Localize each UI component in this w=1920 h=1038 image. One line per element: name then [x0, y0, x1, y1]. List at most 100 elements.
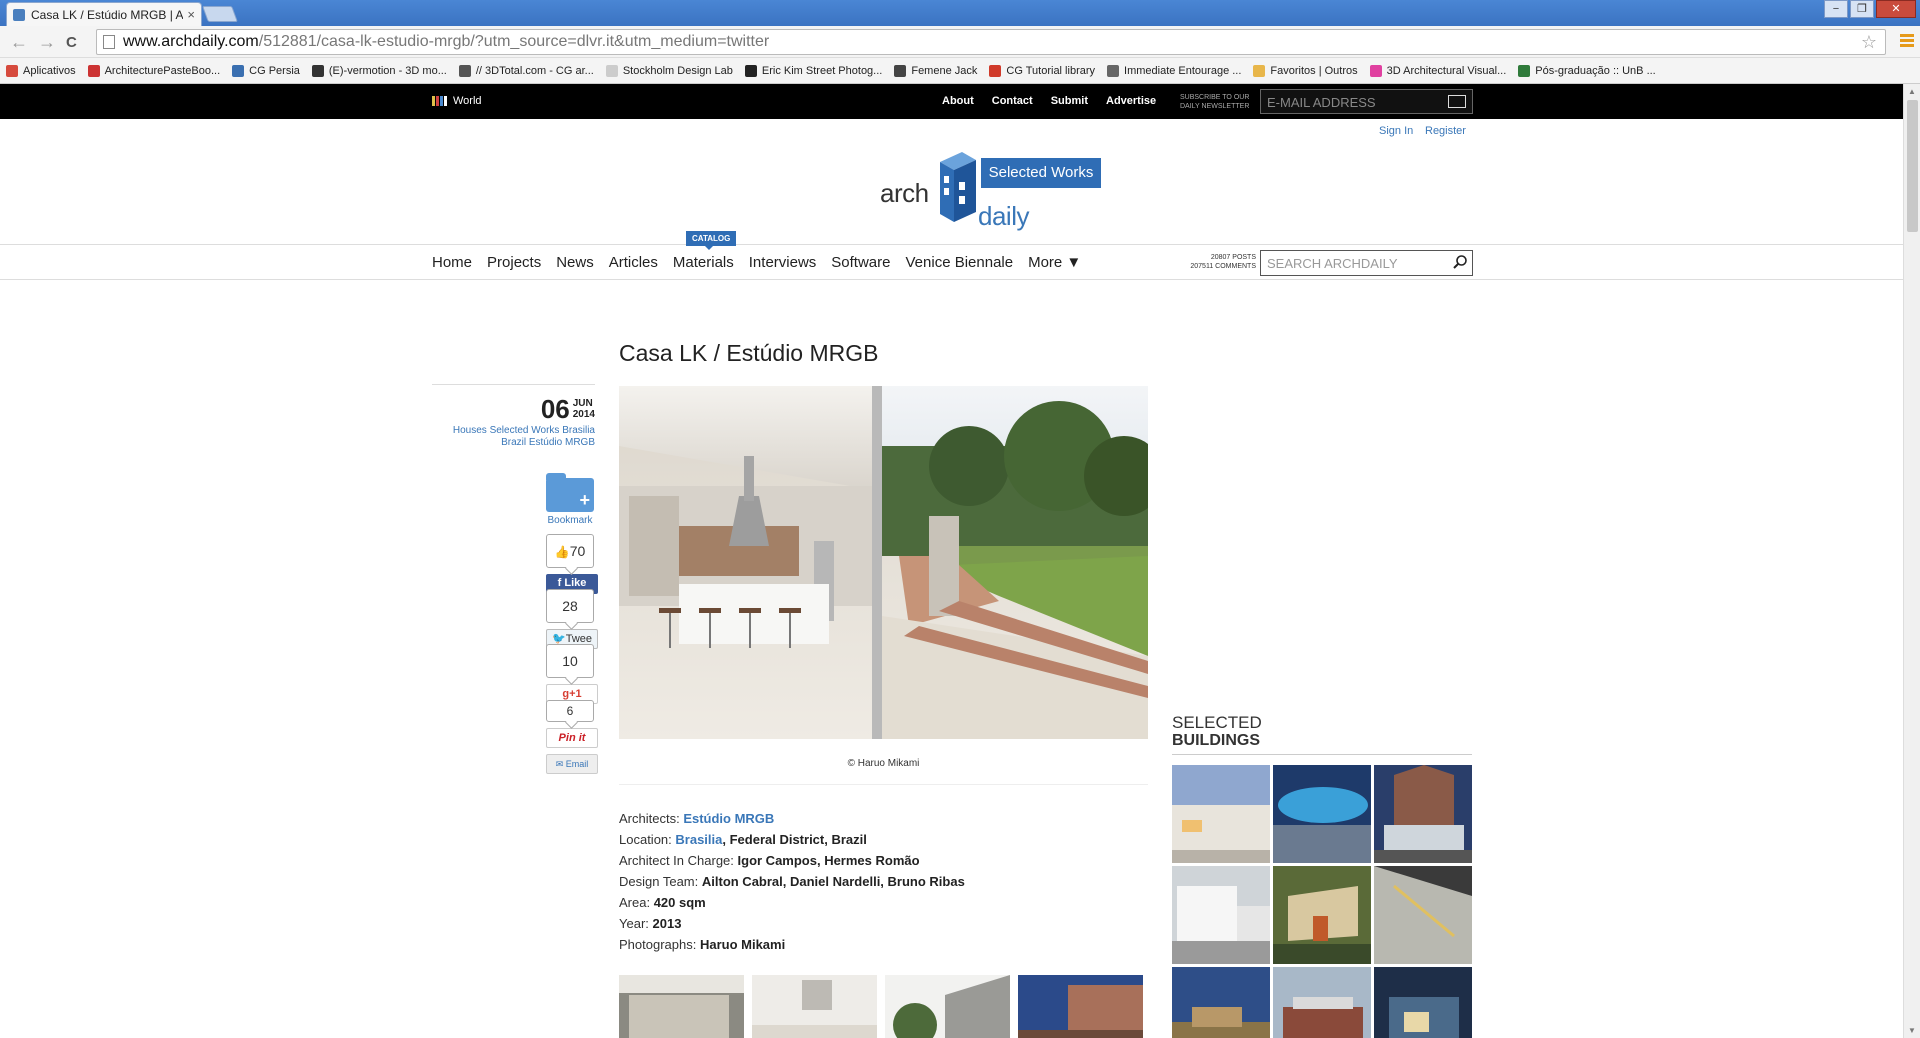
meta-divider — [432, 384, 595, 385]
email-button[interactable]: ✉ Email — [546, 754, 598, 774]
scroll-up-icon[interactable]: ▲ — [1908, 87, 1916, 96]
spec-value: 420 sqm — [653, 895, 706, 910]
world-menu[interactable]: World — [432, 95, 482, 107]
spec-location: Location: Brasilia, Federal District, Br… — [619, 829, 1149, 850]
bookmark-item[interactable]: Immediate Entourage ... — [1107, 64, 1241, 77]
bookmark-favicon-icon — [1518, 64, 1531, 77]
building-thumb[interactable] — [1374, 866, 1472, 964]
bookmark-item[interactable]: (E)-vermotion - 3D mo... — [311, 64, 447, 77]
gallery-thumb[interactable] — [752, 975, 877, 1038]
spec-value: 2013 — [652, 916, 682, 931]
bookmark-favicon-icon — [605, 64, 618, 77]
bookmark-item[interactable]: 3D Architectural Visual... — [1369, 64, 1506, 77]
location-link[interactable]: Brasilia — [675, 832, 722, 847]
tags-line-1[interactable]: Houses Selected Works Brasilia — [432, 425, 595, 437]
advertise-link[interactable]: Advertise — [1106, 95, 1156, 107]
newsletter-email-input[interactable]: E-MAIL ADDRESS — [1260, 89, 1473, 114]
nav-software[interactable]: Software — [831, 254, 890, 271]
googleplus-share: 10 g+1 — [546, 644, 598, 704]
bookmark-item[interactable]: Eric Kim Street Photog... — [744, 64, 882, 77]
nav-interviews[interactable]: Interviews — [749, 254, 817, 271]
nav-articles[interactable]: Articles — [609, 254, 658, 271]
bookmark-item[interactable]: CG Tutorial library — [989, 64, 1095, 77]
nav-materials[interactable]: Materials — [673, 254, 734, 271]
building-thumb[interactable] — [1374, 967, 1472, 1038]
nav-news[interactable]: News — [556, 254, 594, 271]
reload-icon[interactable]: C — [66, 34, 77, 51]
posts-count: 20807 POSTS — [1210, 254, 1256, 261]
building-thumb[interactable] — [1172, 866, 1270, 964]
about-link[interactable]: About — [942, 95, 974, 107]
bookmark-star-icon[interactable]: ☆ — [1861, 32, 1877, 53]
project-specs: Architects: Estúdio MRGB Location: Brasi… — [619, 808, 1149, 955]
building-thumb[interactable] — [1172, 765, 1270, 863]
bookmark-item[interactable]: CG Persia — [232, 64, 300, 77]
gallery-thumb[interactable] — [619, 975, 744, 1038]
close-window-button[interactable]: ✕ — [1876, 0, 1916, 18]
submit-link[interactable]: Submit — [1051, 95, 1088, 107]
building-thumb[interactable] — [1273, 967, 1371, 1038]
scroll-down-icon[interactable]: ▼ — [1908, 1026, 1916, 1035]
post-month-year: JUN 2014 — [573, 398, 595, 420]
spec-year: Year: 2013 — [619, 913, 1149, 934]
bookmark-item[interactable]: // 3DTotal.com - CG ar... — [458, 64, 594, 77]
fb-label: Like — [564, 577, 587, 589]
photo-credit: © Haruo Mikami — [847, 758, 920, 769]
spec-label: Year: — [619, 916, 649, 931]
envelope-icon[interactable] — [1448, 95, 1466, 108]
bookmark-label: CG Persia — [249, 64, 300, 77]
main-navigation: CATALOG Home Projects News Articles Mate… — [0, 231, 1903, 280]
email-label: Email — [565, 759, 589, 769]
building-thumb[interactable] — [1273, 866, 1371, 964]
nav-projects[interactable]: Projects — [487, 254, 541, 271]
bookmark-favicon-icon — [87, 64, 100, 77]
page-scrollbar[interactable]: ▲ ▼ — [1903, 84, 1920, 1038]
top-links: About Contact Submit Advertise — [942, 95, 1156, 107]
gallery-thumb[interactable] — [1018, 975, 1143, 1038]
contact-link[interactable]: Contact — [992, 95, 1033, 107]
bookmark-item[interactable]: ArchitecturePasteBoo... — [87, 64, 220, 77]
search-icon[interactable] — [1452, 254, 1468, 270]
register-link[interactable]: Register — [1425, 125, 1466, 137]
location-rest: , Federal District, Brazil — [722, 832, 867, 847]
site-stats: 20807 POSTS 207511 COMMENTS — [1168, 253, 1256, 271]
building-thumb[interactable] — [1172, 967, 1270, 1038]
gallery-thumb[interactable] — [885, 975, 1010, 1038]
bookmark-item[interactable]: Pós-graduação :: UnB ... — [1518, 64, 1656, 77]
tags-line-2[interactable]: Brazil Estúdio MRGB — [432, 437, 595, 449]
browser-tab[interactable]: Casa LK / Estúdio MRGB | Ar × — [6, 2, 202, 26]
maximize-button[interactable]: ❐ — [1850, 0, 1874, 18]
sign-in-link[interactable]: Sign In — [1379, 125, 1413, 137]
bookmark-button[interactable]: + Bookmark — [546, 473, 594, 526]
comments-count: 207511 COMMENTS — [1190, 263, 1256, 270]
facebook-like-count: 👍70 — [546, 534, 594, 568]
building-thumb[interactable] — [1273, 765, 1371, 863]
spec-label: Photographs: — [619, 937, 697, 952]
tab-close-icon[interactable]: × — [187, 7, 195, 22]
search-input[interactable]: SEARCH ARCHDAILY — [1260, 250, 1473, 276]
bookmark-item[interactable]: Aplicativos — [6, 64, 76, 77]
top-bar: World About Contact Submit Advertise SUB… — [0, 84, 1903, 119]
bookmark-favicon-icon — [894, 64, 907, 77]
scrollbar-thumb[interactable] — [1907, 100, 1918, 232]
archdaily-logo[interactable]: arch daily Selected Works — [880, 152, 1104, 232]
bookmark-item[interactable]: Favoritos | Outros — [1253, 64, 1358, 77]
chrome-menu-icon[interactable] — [1900, 34, 1914, 48]
post-tags[interactable]: Houses Selected Works Brasilia Brazil Es… — [432, 425, 595, 449]
forward-arrow-icon[interactable]: → — [38, 32, 56, 53]
hero-photo[interactable] — [619, 386, 1148, 739]
bookmark-item[interactable]: Femene Jack — [894, 64, 977, 77]
nav-venice-biennale[interactable]: Venice Biennale — [906, 254, 1014, 271]
nav-more[interactable]: More ▼ — [1028, 254, 1081, 271]
nav-home[interactable]: Home — [432, 254, 472, 271]
architects-link[interactable]: Estúdio MRGB — [683, 811, 774, 826]
building-thumb[interactable] — [1374, 765, 1472, 863]
bookmark-item[interactable]: Stockholm Design Lab — [605, 64, 733, 77]
pin-it-button[interactable]: Pin it — [546, 728, 598, 748]
spec-architect-in-charge: Architect In Charge: Igor Campos, Hermes… — [619, 850, 1149, 871]
address-bar[interactable]: www.archdaily.com /512881/casa-lk-estudi… — [96, 29, 1886, 55]
minimize-button[interactable]: − — [1824, 0, 1848, 18]
bookmark-label: Bookmark — [547, 515, 593, 526]
back-arrow-icon[interactable]: ← — [10, 32, 28, 53]
new-tab-button[interactable] — [202, 6, 238, 22]
